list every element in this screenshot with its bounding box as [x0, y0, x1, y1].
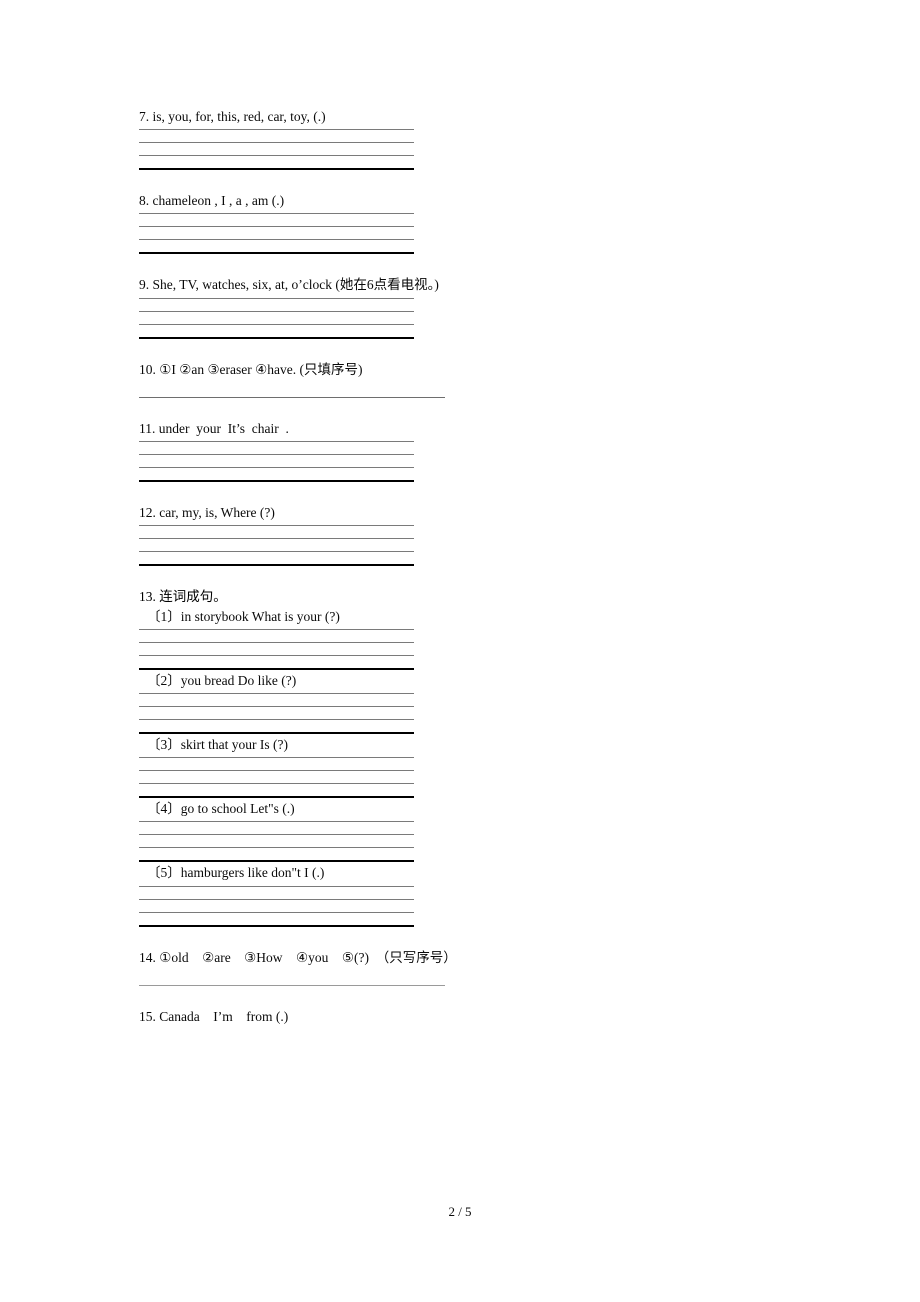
answer-rule[interactable]: [139, 667, 414, 670]
question-text: 15. Canada I’m from (.): [139, 1008, 289, 1024]
answer-rule[interactable]: [139, 783, 414, 785]
question-text: 7. is, you, for, this, red, car, toy, (.…: [139, 109, 326, 124]
answer-rule[interactable]: [139, 467, 414, 469]
answer-rule[interactable]: [139, 168, 414, 171]
question-item: 15. Canada I’m from (.): [139, 1008, 779, 1026]
answer-rule[interactable]: [139, 705, 414, 707]
question-text: 〔5〕hamburgers like don"t I (.): [147, 865, 325, 881]
answer-rule[interactable]: [139, 718, 414, 720]
worksheet-page: 7. is, you, for, this, red, car, toy, (.…: [0, 0, 920, 1302]
answer-rule[interactable]: [139, 654, 414, 656]
section-heading: 13. 连词成句。: [139, 589, 227, 605]
question-text: 14. ①old ②are ③How ④you ⑤(?) （只写序号）: [139, 949, 457, 965]
question-text: 12. car, my, is, Where (?): [139, 505, 275, 521]
answer-rule[interactable]: [139, 142, 414, 144]
answer-rule-group: [139, 297, 414, 339]
answer-rule-group: [139, 628, 414, 670]
sub-question-item: 〔5〕hamburgers like don"t I (.): [139, 864, 779, 927]
question-item: 10. ①I ②an ③eraser ④have. (只填序号): [139, 361, 779, 398]
question-text: 9. She, TV, watches, six, at, o’clock (她…: [139, 277, 439, 293]
question-text: 〔3〕skirt that your Is (?): [147, 736, 288, 752]
answer-rule[interactable]: [139, 924, 414, 927]
answer-rule[interactable]: [139, 885, 414, 887]
answer-rule[interactable]: [139, 551, 414, 553]
sub-question-item: 〔3〕skirt that your Is (?): [139, 736, 779, 799]
answer-rule[interactable]: [139, 641, 414, 643]
answer-rule[interactable]: [139, 129, 414, 131]
answer-rule[interactable]: [139, 731, 414, 734]
answer-rule[interactable]: [139, 323, 414, 325]
answer-rule[interactable]: [139, 538, 414, 540]
answer-rule[interactable]: [139, 239, 414, 241]
question-item: 11. under your It’s chair .: [139, 420, 779, 483]
answer-rule-group: [139, 821, 414, 863]
answer-rule[interactable]: [139, 898, 414, 900]
question-text: 〔1〕in storybook What is your (?): [147, 608, 340, 624]
answer-rule[interactable]: [139, 454, 414, 456]
answer-rule-group: [139, 885, 414, 927]
question-item: 12. car, my, is, Where (?): [139, 504, 779, 567]
answer-rule-group: [139, 525, 414, 567]
answer-rule[interactable]: [139, 480, 414, 483]
answer-rule[interactable]: [139, 226, 414, 228]
answer-rule[interactable]: [139, 757, 414, 759]
question-item: 7. is, you, for, this, red, car, toy, (.…: [139, 108, 779, 171]
answer-rule[interactable]: [139, 860, 414, 863]
answer-rule[interactable]: [139, 252, 414, 255]
answer-rule[interactable]: [139, 821, 414, 823]
question-item: 8. chameleon , I , a , am (.): [139, 192, 779, 255]
answer-rule[interactable]: [139, 628, 414, 630]
answer-rule[interactable]: [139, 911, 414, 913]
sub-question-item: 〔4〕go to school Let"s (.): [139, 800, 779, 863]
answer-rule-group: [139, 129, 414, 171]
answer-rule-group: [139, 213, 414, 255]
answer-rule[interactable]: [139, 796, 414, 799]
question-text: 〔2〕you bread Do like (?): [147, 672, 297, 688]
answer-rule[interactable]: [139, 155, 414, 157]
question-text: 10. ①I ②an ③eraser ④have. (只填序号): [139, 361, 363, 377]
sub-question-item: 〔1〕in storybook What is your (?): [139, 608, 779, 670]
answer-rule[interactable]: [139, 984, 445, 986]
sub-question-item: 〔2〕you bread Do like (?): [139, 672, 779, 734]
answer-rule[interactable]: [139, 564, 414, 567]
answer-rule[interactable]: [139, 525, 414, 527]
answer-rule[interactable]: [139, 834, 414, 836]
answer-rule-group: [139, 692, 414, 734]
question-item: 9. She, TV, watches, six, at, o’clock (她…: [139, 276, 779, 339]
answer-rule[interactable]: [139, 770, 414, 772]
answer-rule[interactable]: [139, 847, 414, 849]
answer-rule[interactable]: [139, 310, 414, 312]
question-text: 8. chameleon , I , a , am (.): [139, 193, 285, 209]
question-item: 14. ①old ②are ③How ④you ⑤(?) （只写序号）: [139, 949, 779, 986]
answer-rule[interactable]: [139, 297, 414, 299]
question-item-section13: 13. 连词成句。 〔1〕in storybook What is your (…: [139, 588, 779, 927]
question-text: 〔4〕go to school Let"s (.): [147, 801, 295, 817]
answer-rule[interactable]: [139, 692, 414, 694]
page-footer: 2 / 5: [448, 1204, 472, 1219]
answer-rule-group: [139, 441, 414, 483]
answer-rule[interactable]: [139, 336, 414, 339]
worksheet-content: 7. is, you, for, this, red, car, toy, (.…: [139, 108, 779, 1026]
answer-rule[interactable]: [139, 213, 414, 215]
answer-rule[interactable]: [139, 441, 414, 443]
answer-rule-group: [139, 757, 414, 799]
answer-rule[interactable]: [139, 396, 445, 398]
question-text: 11. under your It’s chair .: [139, 420, 289, 436]
